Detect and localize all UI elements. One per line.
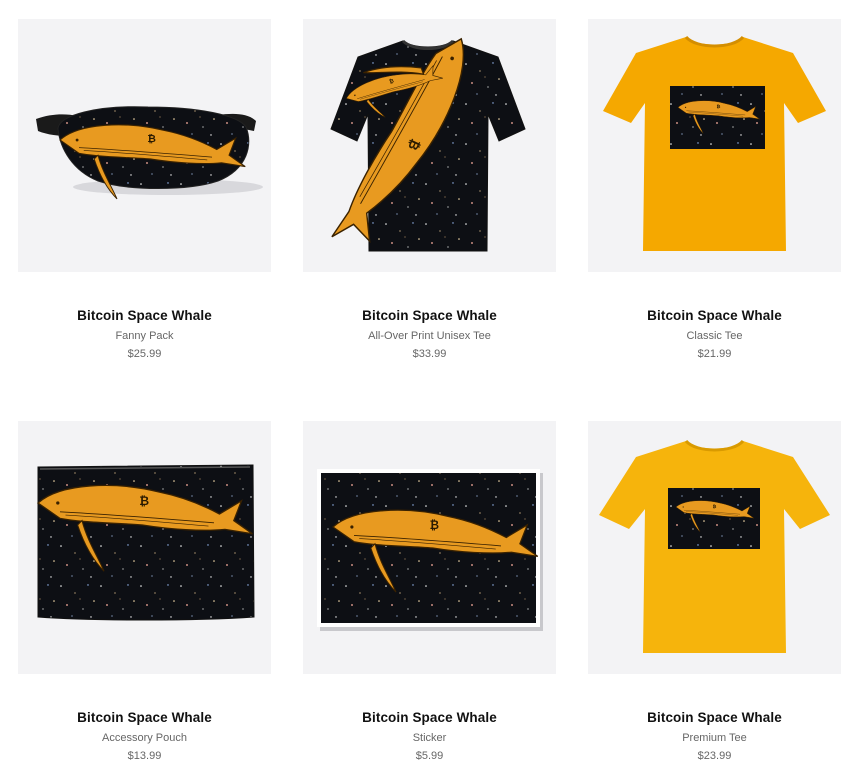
product-title[interactable]: Bitcoin Space Whale <box>303 308 556 323</box>
product-card-fanny-pack[interactable]: Bitcoin Space Whale Fanny Pack $25.99 <box>18 19 271 360</box>
product-title[interactable]: Bitcoin Space Whale <box>18 710 271 725</box>
product-price: $23.99 <box>697 750 732 762</box>
product-title[interactable]: Bitcoin Space Whale <box>303 710 556 725</box>
fanny-pack-image[interactable] <box>18 19 271 272</box>
product-price: $21.99 <box>697 348 732 360</box>
product-card-accessory-pouch[interactable]: Bitcoin Space Whale Accessory Pouch $13.… <box>18 421 271 762</box>
product-card-premium-tee[interactable]: Bitcoin Space Whale Premium Tee $23.99 <box>588 421 841 762</box>
premium-tee-image[interactable] <box>588 421 841 674</box>
product-price: $13.99 <box>127 750 162 762</box>
product-price: $33.99 <box>412 348 447 360</box>
product-title[interactable]: Bitcoin Space Whale <box>18 308 271 323</box>
sticker-image[interactable] <box>303 421 556 674</box>
product-type: Sticker <box>412 732 447 744</box>
product-grid: Bitcoin Space Whale Fanny Pack $25.99 Bi… <box>0 0 856 784</box>
product-type: Accessory Pouch <box>102 732 187 744</box>
product-title[interactable]: Bitcoin Space Whale <box>588 710 841 725</box>
accessory-pouch-image[interactable] <box>18 421 271 674</box>
product-type: All-Over Print Unisex Tee <box>368 330 491 342</box>
classic-tee-image[interactable] <box>588 19 841 272</box>
product-price: $25.99 <box>127 348 162 360</box>
product-card-classic-tee[interactable]: Bitcoin Space Whale Classic Tee $21.99 <box>588 19 841 360</box>
product-price: $5.99 <box>415 750 444 762</box>
product-type: Classic Tee <box>686 330 743 342</box>
product-card-sticker[interactable]: Bitcoin Space Whale Sticker $5.99 <box>303 421 556 762</box>
all-over-tee-image[interactable] <box>303 19 556 272</box>
product-type: Fanny Pack <box>115 330 174 342</box>
product-type: Premium Tee <box>682 732 747 744</box>
product-title[interactable]: Bitcoin Space Whale <box>588 308 841 323</box>
product-card-all-over-tee[interactable]: Bitcoin Space Whale All-Over Print Unise… <box>303 19 556 360</box>
